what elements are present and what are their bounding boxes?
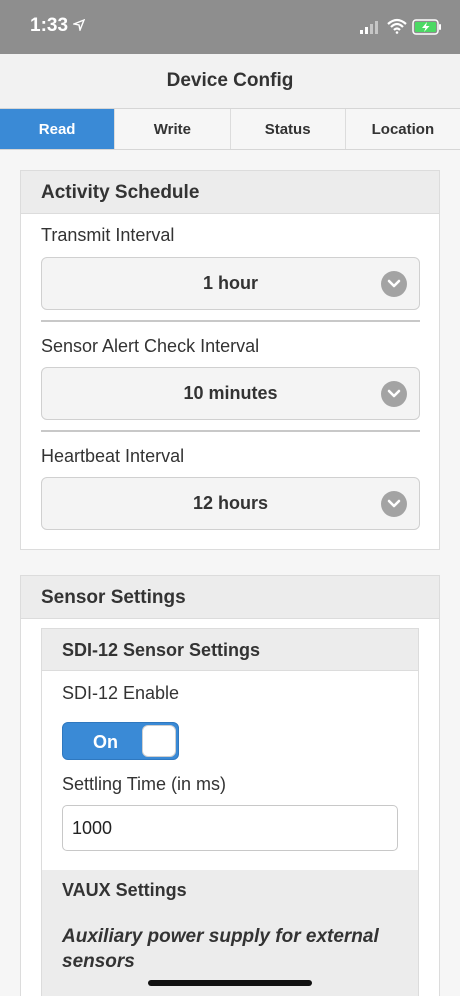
tab-status[interactable]: Status [231,109,346,149]
divider [41,320,420,322]
status-bar: 1:33 [0,0,460,54]
heartbeat-interval-select[interactable]: 12 hours [41,477,420,530]
chevron-down-icon [381,271,407,297]
tab-read[interactable]: Read [0,109,116,149]
status-time: 1:33 [30,15,69,36]
sdi12-enable-toggle[interactable]: On [62,722,179,760]
home-indicator[interactable] [148,980,312,986]
heartbeat-interval-label: Heartbeat Interval [41,446,185,466]
sensor-alert-check-interval-select[interactable]: 10 minutes [41,367,420,420]
divider [41,430,420,432]
tab-location[interactable]: Location [346,109,460,149]
sdi12-enable-label: SDI-12 Enable [62,683,180,703]
location-arrow-icon [71,18,86,34]
vaux-description: Auxiliary power supply for external sens… [62,926,379,972]
sensor-settings-heading: Sensor Settings [21,576,439,619]
sensor-alert-check-interval-value: 10 minutes [183,383,278,403]
battery-charging-icon [412,19,442,40]
chevron-down-icon [381,491,407,517]
activity-schedule-heading: Activity Schedule [21,171,439,214]
toggle-knob [142,725,176,757]
toggle-state-label: On [93,732,118,752]
sdi12-settings-heading: SDI-12 Sensor Settings [42,629,418,671]
vaux-settings-heading: VAUX Settings [42,870,418,910]
sensor-alert-check-interval-label: Sensor Alert Check Interval [41,336,260,356]
page-title: Device Config [0,54,460,108]
transmit-interval-label: Transmit Interval [41,225,175,245]
settling-time-input[interactable] [62,805,398,851]
transmit-interval-select[interactable]: 1 hour [41,257,420,310]
cellular-signal-icon [360,20,380,39]
wifi-icon [387,18,407,39]
activity-schedule-card: Activity Schedule Transmit Interval 1 ho… [20,170,440,550]
settling-time-label: Settling Time (in ms) [62,774,227,794]
heartbeat-interval-value: 12 hours [192,493,269,513]
transmit-interval-value: 1 hour [202,273,258,293]
sdi12-settings-card: SDI-12 Sensor Settings SDI-12 Enable On … [41,628,419,996]
sensor-settings-card: Sensor Settings SDI-12 Sensor Settings S… [20,575,440,996]
chevron-down-icon [381,381,407,407]
tab-bar: Read Write Status Location [0,108,460,150]
tab-write[interactable]: Write [115,109,231,149]
